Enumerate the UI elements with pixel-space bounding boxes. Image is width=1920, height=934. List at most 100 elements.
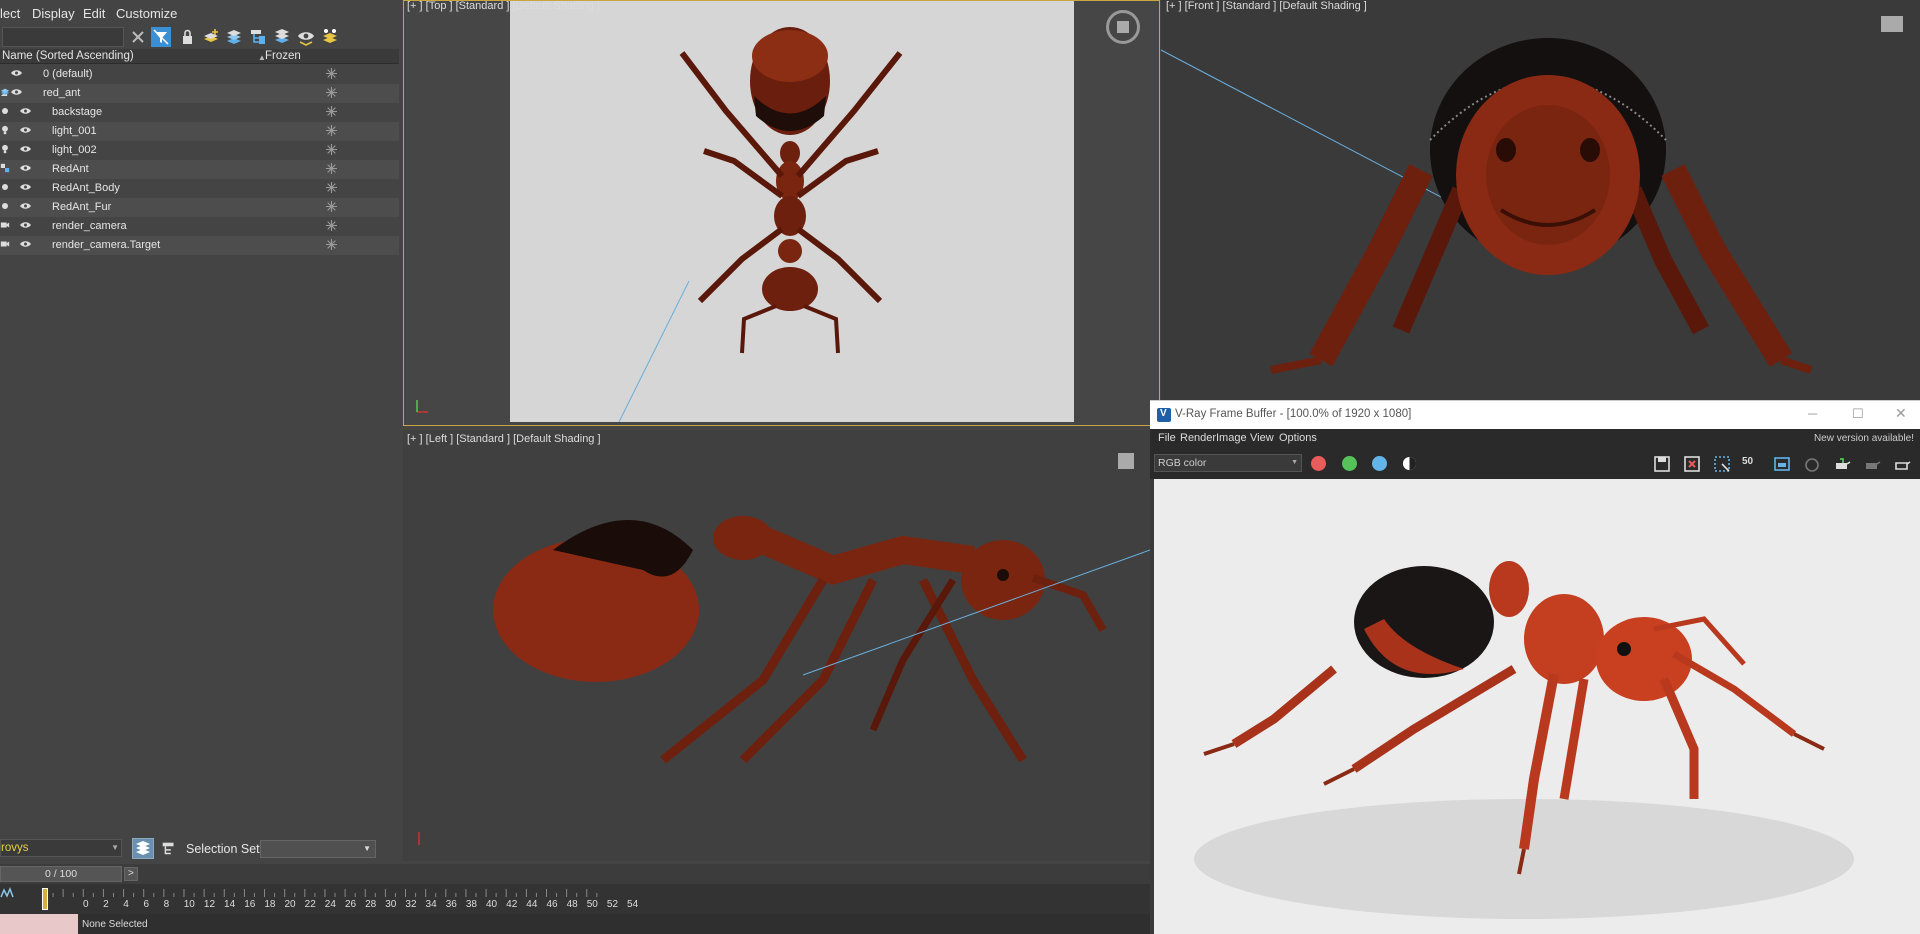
lock-icon[interactable] [177, 27, 197, 47]
object-name: red_ant [43, 87, 81, 99]
find-field[interactable] [2, 27, 124, 47]
alpha-channel-icon[interactable] [1402, 456, 1417, 471]
list-item[interactable]: render_camera [0, 217, 399, 236]
explorer-bottom-bar: rovys ▼ Selection Set: ▼ [0, 834, 403, 864]
next-frame-label: > [128, 868, 134, 879]
freeze-snowflake-icon[interactable] [326, 220, 337, 231]
menu-display[interactable]: Display [32, 6, 75, 21]
view-layer-icon[interactable] [296, 27, 316, 47]
freeze-snowflake-icon[interactable] [326, 87, 337, 98]
visibility-eye-icon[interactable] [20, 164, 31, 172]
list-item[interactable]: light_001 [0, 122, 399, 141]
clear-image-icon[interactable] [1682, 454, 1702, 474]
menu-select[interactable]: lect [0, 6, 20, 21]
object-name: 0 (default) [43, 68, 93, 80]
region-render-icon[interactable] [1712, 454, 1732, 474]
update-notice[interactable]: New version available! [1814, 433, 1914, 444]
viewport-front-label[interactable]: [+ ] [Front ] [Standard ] [Default Shadi… [1166, 0, 1367, 12]
fifty-percent-label[interactable]: 50 [1742, 456, 1753, 467]
list-item[interactable]: backstage [0, 103, 399, 122]
filter-toggle-button[interactable] [151, 27, 171, 47]
hierarchy-icon[interactable] [248, 27, 268, 47]
blue-channel-button[interactable] [1372, 456, 1387, 471]
create-layer-icon[interactable] [201, 27, 221, 47]
selection-set-dropdown[interactable]: ▼ [260, 840, 376, 858]
red-channel-button[interactable] [1311, 456, 1326, 471]
maximize-button[interactable]: ☐ [1852, 406, 1864, 422]
timeline-tick-label: 4 [123, 899, 129, 910]
vfb-menu-options[interactable]: Options [1279, 432, 1317, 444]
teapot-icon[interactable] [1892, 454, 1912, 474]
camera-icon[interactable] [1802, 454, 1822, 474]
column-name-header[interactable]: Name (Sorted Ascending) [2, 50, 134, 62]
visibility-eye-icon[interactable] [20, 107, 31, 115]
viewport-left-label[interactable]: [+ ] [Left ] [Standard ] [Default Shadin… [407, 433, 601, 445]
visibility-eye-icon[interactable] [20, 145, 31, 153]
menu-edit[interactable]: Edit [83, 6, 105, 21]
close-button[interactable]: ✕ [1895, 405, 1907, 422]
menu-customize[interactable]: Customize [116, 6, 177, 21]
minimize-button[interactable]: ─ [1808, 406, 1817, 421]
viewcube-icon[interactable] [1881, 16, 1903, 32]
save-icon[interactable] [1652, 454, 1672, 474]
timeline-tick-label: 24 [324, 899, 336, 910]
visibility-eye-icon[interactable] [11, 69, 22, 77]
chevron-down-icon: ▼ [111, 843, 119, 852]
viewport-left[interactable] [403, 430, 1150, 861]
visibility-eye-icon[interactable] [20, 126, 31, 134]
time-slider-bar: 0 / 100 > [0, 864, 1150, 884]
freeze-snowflake-icon[interactable] [326, 163, 337, 174]
maxscript-listener-field[interactable] [0, 914, 78, 934]
visibility-eye-icon[interactable] [20, 221, 31, 229]
freeze-snowflake-icon[interactable] [326, 68, 337, 79]
viewport-top-label[interactable]: [+ ] [Top ] [Standard ] [Default Shading… [407, 0, 600, 12]
camera-icon [0, 241, 10, 247]
vfb-menu-render[interactable]: Render [1180, 432, 1216, 444]
next-frame-button[interactable]: > [124, 867, 138, 881]
clear-icon[interactable] [128, 27, 148, 47]
list-item[interactable]: RedAnt_Body [0, 179, 399, 198]
hierarchy-icon[interactable] [160, 840, 178, 858]
viewport-front[interactable] [1161, 0, 1920, 400]
green-channel-button[interactable] [1342, 456, 1357, 471]
time-slider[interactable]: 0 / 100 [0, 866, 122, 882]
list-item[interactable]: RedAnt_Fur [0, 198, 399, 217]
list-item[interactable]: 0 (default) [0, 65, 399, 84]
layer-explorer-button[interactable] [132, 838, 154, 859]
column-frozen-header[interactable]: Frozen [265, 50, 301, 62]
visibility-eye-icon[interactable] [11, 88, 22, 96]
viewcube-icon [1117, 21, 1129, 33]
highlight-layer-icon[interactable] [320, 27, 340, 47]
visibility-eye-icon[interactable] [20, 183, 31, 191]
visibility-eye-icon[interactable] [20, 240, 31, 248]
vfb-menu-view[interactable]: View [1250, 432, 1274, 444]
freeze-snowflake-icon[interactable] [326, 144, 337, 155]
channel-value: RGB color [1158, 457, 1207, 469]
workspace-dropdown[interactable]: rovys ▼ [0, 839, 122, 857]
menu-bar: lect Display Edit Customize [0, 0, 403, 27]
freeze-snowflake-icon[interactable] [326, 239, 337, 250]
lens-effects-icon[interactable] [1772, 454, 1792, 474]
geometry-icon [2, 108, 8, 114]
channel-dropdown[interactable]: RGB color ▼ [1154, 454, 1302, 472]
freeze-snowflake-icon[interactable] [326, 182, 337, 193]
list-item[interactable]: render_camera.Target [0, 236, 399, 255]
list-item[interactable]: ◢red_ant [0, 84, 399, 103]
list-item[interactable]: RedAnt [0, 160, 399, 179]
stack-icon[interactable] [272, 27, 292, 47]
visibility-eye-icon[interactable] [20, 202, 31, 210]
vfb-menu-image[interactable]: Image [1216, 432, 1247, 444]
timeline-ruler[interactable]: 0 2 4 6 8 10 12 14 16 18 20 22 24 26 28 30 32 34 36 38 40 42 4… [0, 884, 1150, 914]
render-teapot-icon[interactable] [1832, 454, 1852, 474]
interactive-render-icon[interactable] [1862, 454, 1882, 474]
viewport-top[interactable] [403, 0, 1160, 426]
object-name: render_camera [52, 220, 127, 232]
viewcube-ring[interactable] [1106, 10, 1140, 44]
vfb-menu-file[interactable]: File [1158, 432, 1176, 444]
freeze-snowflake-icon[interactable] [326, 106, 337, 117]
freeze-snowflake-icon[interactable] [326, 201, 337, 212]
viewcube-icon[interactable] [1118, 453, 1134, 469]
freeze-snowflake-icon[interactable] [326, 125, 337, 136]
layers-icon[interactable] [224, 27, 244, 47]
list-item[interactable]: light_002 [0, 141, 399, 160]
